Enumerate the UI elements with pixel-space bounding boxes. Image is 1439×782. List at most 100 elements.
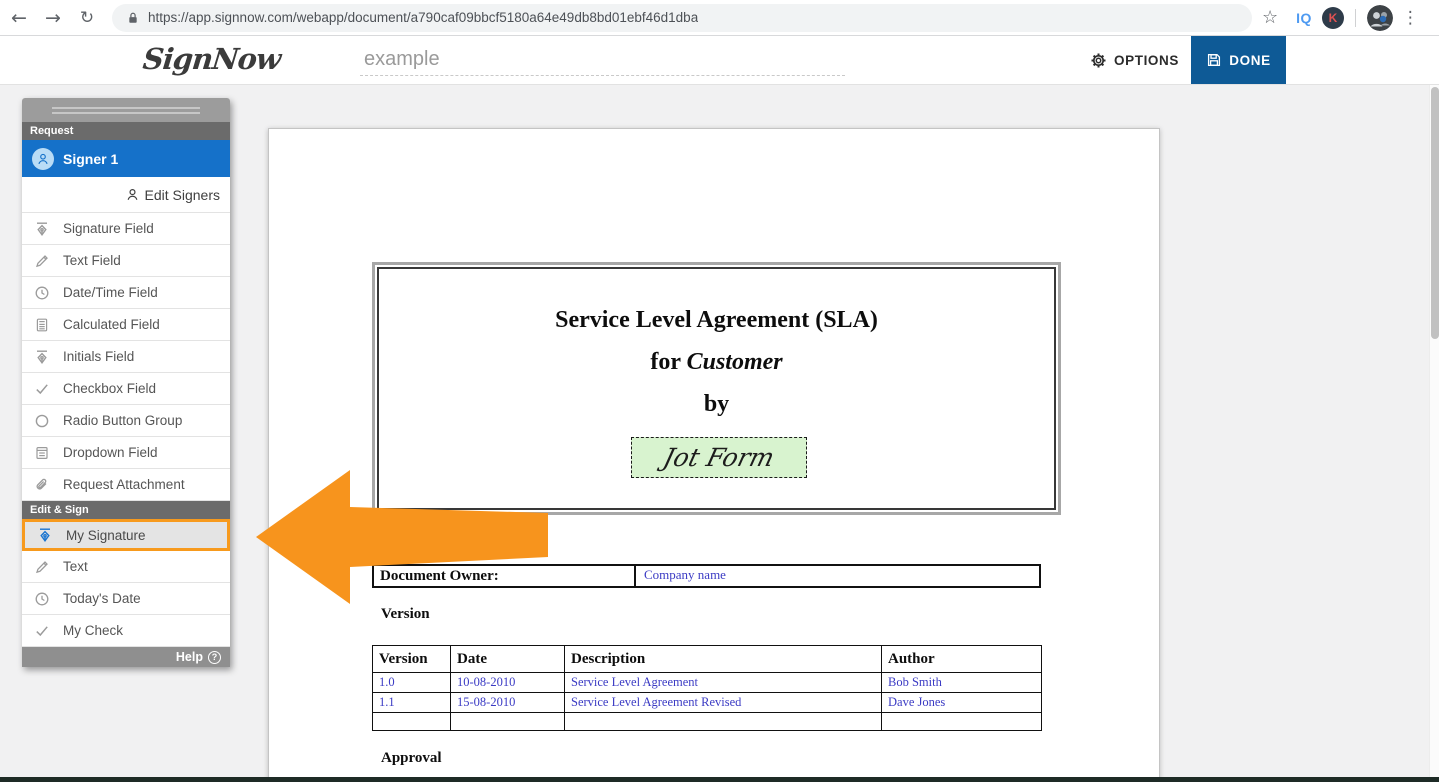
item-label: Initials Field bbox=[63, 349, 135, 364]
sla-title-line1: Service Level Agreement (SLA) bbox=[555, 307, 878, 333]
sla-title-box-inner: Service Level Agreement (SLA) for Custom… bbox=[377, 267, 1056, 510]
app-header: SignNow example OPTIONS DONE bbox=[0, 36, 1439, 85]
clock-icon bbox=[34, 591, 50, 607]
calculator-icon bbox=[34, 317, 50, 333]
toolbar-divider bbox=[1354, 8, 1356, 27]
sla-title-line2: for Customer bbox=[379, 341, 1054, 383]
request-section-header: Request bbox=[22, 122, 230, 140]
nib-icon bbox=[37, 527, 53, 543]
nib-icon bbox=[34, 349, 50, 365]
iq-extension-icon[interactable]: IQ bbox=[1296, 10, 1312, 26]
help-button[interactable]: Help ? bbox=[22, 647, 230, 667]
version-heading: Version bbox=[381, 606, 430, 622]
item-label: My Check bbox=[63, 623, 124, 638]
sidebar-drag-handle[interactable] bbox=[22, 98, 230, 122]
item-label: Radio Button Group bbox=[63, 413, 183, 428]
edit-signers-button[interactable]: Edit Signers bbox=[22, 177, 230, 213]
edit-sign-section-header: Edit & Sign bbox=[22, 501, 230, 519]
signer-1-item[interactable]: Signer 1 bbox=[22, 140, 230, 177]
checkmark-icon bbox=[34, 381, 50, 397]
signer-label: Signer 1 bbox=[63, 150, 119, 167]
done-button[interactable]: DONE bbox=[1191, 36, 1286, 84]
customer-text: Customer bbox=[686, 349, 783, 375]
table-row: 1.0 10-08-2010 Service Level Agreement B… bbox=[372, 672, 1042, 693]
person-icon bbox=[125, 187, 140, 202]
sidebar-item-datetime-field[interactable]: Date/Time Field bbox=[22, 277, 230, 309]
url-text[interactable]: https://app.signnow.com/webapp/document/… bbox=[148, 10, 698, 25]
item-label: Text bbox=[63, 559, 88, 574]
padlock-icon bbox=[126, 11, 140, 25]
item-label: Checkbox Field bbox=[63, 381, 157, 396]
sidebar-item-todays-date[interactable]: Today's Date bbox=[22, 583, 230, 615]
item-label: Signature Field bbox=[63, 221, 154, 236]
cell-version: 1.0 bbox=[372, 672, 451, 693]
item-label: Date/Time Field bbox=[63, 285, 158, 300]
sidebar-item-my-signature[interactable]: My Signature bbox=[22, 519, 230, 551]
address-bar[interactable]: https://app.signnow.com/webapp/document/… bbox=[112, 3, 1252, 32]
back-icon[interactable]: ← bbox=[4, 3, 34, 33]
sidebar-item-my-check[interactable]: My Check bbox=[22, 615, 230, 647]
profile-avatar[interactable] bbox=[1366, 4, 1393, 31]
sidebar-item-dropdown-field[interactable]: Dropdown Field bbox=[22, 437, 230, 469]
scrollbar-thumb[interactable] bbox=[1431, 87, 1439, 339]
approval-heading: Approval bbox=[381, 750, 442, 766]
col-header-date: Date bbox=[450, 645, 565, 673]
sidebar-item-text[interactable]: Text bbox=[22, 551, 230, 583]
signer-avatar-icon bbox=[32, 147, 54, 170]
col-header-author: Author bbox=[881, 645, 1042, 673]
cell-description: Service Level Agreement bbox=[564, 672, 882, 693]
sidebar-item-calculated-field[interactable]: Calculated Field bbox=[22, 309, 230, 341]
browser-toolbar: ← → ↻ https://app.signnow.com/webapp/doc… bbox=[0, 0, 1439, 36]
for-text: for bbox=[650, 349, 687, 375]
document-title-input[interactable]: example bbox=[360, 46, 845, 76]
sidebar-item-signature-field[interactable]: Signature Field bbox=[22, 213, 230, 245]
help-label: Help bbox=[175, 650, 203, 664]
options-label: OPTIONS bbox=[1114, 52, 1179, 68]
version-table-header-row: Version Date Description Author bbox=[372, 645, 1042, 673]
edit-signers-label: Edit Signers bbox=[144, 186, 220, 203]
table-row: 1.1 15-08-2010 Service Level Agreement R… bbox=[372, 692, 1042, 713]
cell-version: 1.1 bbox=[372, 692, 451, 713]
item-label: Dropdown Field bbox=[63, 445, 158, 460]
signnow-editor-window: ← → ↻ https://app.signnow.com/webapp/doc… bbox=[0, 0, 1439, 782]
signature-text: Jot Form bbox=[660, 443, 778, 472]
item-label: Calculated Field bbox=[63, 317, 160, 332]
paperclip-icon bbox=[34, 477, 50, 493]
sidebar-item-radio-button-group[interactable]: Radio Button Group bbox=[22, 405, 230, 437]
sidebar-item-text-field[interactable]: Text Field bbox=[22, 245, 230, 277]
cell-date: 10-08-2010 bbox=[450, 672, 565, 693]
tools-sidebar: Request Signer 1 Edit Signers Signature … bbox=[22, 98, 230, 667]
options-button[interactable]: OPTIONS bbox=[1090, 36, 1179, 84]
save-icon bbox=[1206, 52, 1222, 68]
sidebar-item-request-attachment[interactable]: Request Attachment bbox=[22, 469, 230, 501]
cell-author: Bob Smith bbox=[881, 672, 1042, 693]
dropdown-list-icon bbox=[34, 445, 50, 461]
col-header-version: Version bbox=[372, 645, 451, 673]
nib-icon bbox=[34, 221, 50, 237]
document-owner-label: Document Owner: bbox=[374, 566, 636, 586]
document-owner-table: Document Owner: Company name bbox=[372, 564, 1041, 588]
document-page: Service Level Agreement (SLA) for Custom… bbox=[268, 128, 1160, 782]
item-label: Today's Date bbox=[63, 591, 141, 606]
table-row-empty bbox=[372, 712, 1042, 731]
version-table: Version Date Description Author 1.0 10-0… bbox=[372, 645, 1042, 731]
signature-field-element[interactable]: Jot Form bbox=[631, 437, 807, 478]
sidebar-item-checkbox-field[interactable]: Checkbox Field bbox=[22, 373, 230, 405]
signnow-logo: SignNow bbox=[141, 42, 282, 76]
question-mark-icon: ? bbox=[208, 650, 221, 664]
col-header-description: Description bbox=[564, 645, 882, 673]
window-bottom-edge bbox=[0, 777, 1439, 782]
sidebar-item-initials-field[interactable]: Initials Field bbox=[22, 341, 230, 373]
item-label: Request Attachment bbox=[63, 477, 185, 492]
browser-menu-icon[interactable]: ⋮ bbox=[1402, 8, 1419, 28]
cell-date: 15-08-2010 bbox=[450, 692, 565, 713]
forward-icon[interactable]: → bbox=[38, 3, 68, 33]
refresh-icon[interactable]: ↻ bbox=[72, 3, 102, 33]
cell-description: Service Level Agreement Revised bbox=[564, 692, 882, 713]
done-label: DONE bbox=[1229, 52, 1271, 68]
bookmark-star-icon[interactable]: ☆ bbox=[1262, 7, 1278, 28]
pencil-icon bbox=[34, 559, 50, 575]
company-name-field[interactable]: Company name bbox=[636, 566, 1039, 586]
k-extension-icon[interactable]: K bbox=[1321, 6, 1344, 29]
scrollbar-track[interactable] bbox=[1429, 85, 1439, 777]
